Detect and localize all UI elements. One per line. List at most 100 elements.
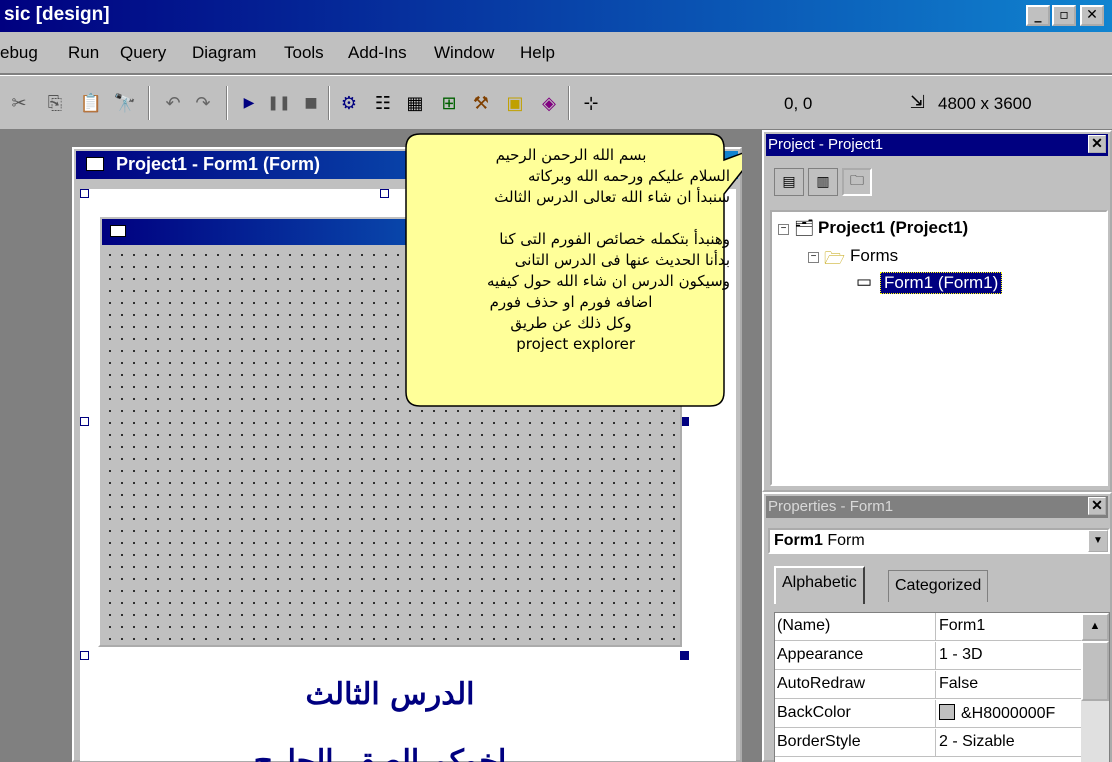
author-signature: ...........اخوكم الصقر الجارح........... [138,744,622,762]
folder-icon: 🗁 [824,249,846,268]
restore-button[interactable]: ▫ [1052,5,1076,26]
resize-handle[interactable] [380,189,389,198]
tree-node-project[interactable]: Project1 (Project1) [818,218,968,238]
project-explorer: Project - Project1 ✕ ▤ ▥ 🗀 − 🗂 Project1 … [762,130,1112,492]
project-tree[interactable]: − 🗂 Project1 (Project1) − 🗁 Forms ▭ Form… [770,210,1108,486]
balloon-line: بدأنا الحديث عنها فى الدرس التانى [514,251,730,269]
object-selector[interactable]: Form1 Form ▼ [768,528,1110,554]
find-icon[interactable]: 🔭 [112,90,138,116]
form-layout-icon[interactable]: ▦ [402,90,428,116]
balloon-line: وكل ذلك عن طريق [510,314,632,332]
project-explorer-title: Project - Project1 [768,136,884,153]
property-name: AutoRedraw [777,675,866,692]
window-title: sic [design] [4,4,110,25]
property-grid: (Name) Form1 Appearance 1 - 3D AutoRedra… [774,612,1110,762]
position-readout: 0, 0 [784,94,813,113]
property-name: Appearance [777,646,864,663]
menu-query[interactable]: Query [120,43,166,63]
project-icon: 🗂 [794,220,815,237]
object-type: Form [827,532,865,549]
paste-icon[interactable]: 📋 [78,90,104,116]
object-browser-icon[interactable]: ⊞ [436,90,462,116]
toolbox-icon[interactable]: ⚒ [468,90,494,116]
property-value[interactable]: 2 - Sizable [939,733,1015,751]
cut-icon[interactable]: ✂ [6,90,32,116]
menu-add-ins[interactable]: Add-Ins [348,43,407,63]
property-row[interactable]: BorderStyle 2 - Sizable [775,729,1081,757]
object-name: Form1 [774,532,823,549]
properties-window: Properties - Form1 ✕ Form1 Form ▼ Alphab… [762,492,1112,762]
copy-icon[interactable]: ⎘ [42,90,68,116]
menu-debug[interactable]: ebug [0,43,38,63]
menu-run[interactable]: Run [68,43,99,63]
property-name: (Name) [777,617,831,634]
collapse-icon[interactable]: − [778,224,789,235]
toolbar-separator [568,86,570,120]
toolbar-separator [148,86,150,120]
tree-node-forms[interactable]: Forms [850,246,898,266]
undo-icon[interactable]: ↶ [160,90,186,116]
balloon-text: بسم الله الرحمن الرحيم السلام عليكم ورحم… [412,145,730,355]
scroll-thumb[interactable] [1081,641,1109,701]
project-explorer-icon[interactable]: ⚙ [336,90,362,116]
title-bar: sic [design] _ ▫ ✕ [0,0,1112,32]
resize-handle[interactable] [80,417,89,426]
balloon-line: سنبدأ ان شاء الله تعالى الدرس الثالث [494,188,730,206]
lesson-title: الدرس الثالث [305,677,475,712]
balloon-line [412,208,730,229]
properties-title-bar[interactable]: Properties - Form1 ✕ [766,496,1108,518]
property-value[interactable]: False [939,675,978,693]
resize-handle[interactable] [80,189,89,198]
toolbar: ✂ ⎘ 📋 🔭 ↶ ↷ ▶ ❚❚ ■ ⚙ ☷ ▦ ⊞ ⚒ ▣ ◈ ⊹ 0, 0 … [0,75,1112,130]
component-manager-icon[interactable]: ◈ [536,90,562,116]
properties-title: Properties - Form1 [768,498,894,515]
property-value[interactable]: Form1 [939,617,985,635]
end-icon[interactable]: ■ [298,90,324,116]
property-row[interactable]: BackColor &H8000000F [775,700,1081,728]
redo-icon[interactable]: ↷ [190,90,216,116]
menu-tools[interactable]: Tools [284,43,324,63]
properties-window-icon[interactable]: ☷ [370,90,396,116]
data-view-icon[interactable]: ▣ [502,90,528,116]
form-icon [86,157,104,171]
color-swatch [939,704,955,720]
balloon-line: project explorer [516,335,635,353]
menu-diagram[interactable]: Diagram [192,43,256,63]
project-explorer-title-bar[interactable]: Project - Project1 ✕ [766,134,1108,156]
balloon-line: السلام عليكم ورحمه الله وبركاته [528,167,730,185]
minimize-button[interactable]: _ [1026,5,1050,26]
toggle-folders-icon[interactable]: 🗀 [842,168,872,196]
property-value-color[interactable]: &H8000000F [939,704,1055,723]
toolbar-separator [328,86,330,120]
menu-window[interactable]: Window [434,43,494,63]
property-value: &H8000000F [961,705,1056,722]
position-icon: ⊹ [583,92,599,114]
form-node-icon: ▭ [856,272,873,291]
tab-alphabetic[interactable]: Alphabetic [774,566,865,604]
scroll-up-icon[interactable]: ▲ [1081,613,1109,641]
view-code-icon[interactable]: ▤ [774,168,804,196]
break-icon[interactable]: ❚❚ [266,90,292,116]
property-scrollbar[interactable]: ▲ [1081,613,1109,762]
menu-help[interactable]: Help [520,43,555,63]
property-name: BackColor [777,704,851,721]
properties-close-button[interactable]: ✕ [1088,497,1106,515]
property-row[interactable]: Appearance 1 - 3D [775,642,1081,670]
form-icon [110,225,126,237]
close-button[interactable]: ✕ [1080,5,1104,26]
resize-handle[interactable] [80,651,89,660]
project-explorer-close-button[interactable]: ✕ [1088,135,1106,153]
tab-categorized[interactable]: Categorized [888,570,989,602]
property-row[interactable]: AutoRedraw False [775,671,1081,699]
start-icon[interactable]: ▶ [236,90,262,116]
property-row[interactable]: (Name) Form1 [775,613,1081,641]
property-value[interactable]: 1 - 3D [939,646,983,664]
property-name: BorderStyle [777,733,861,750]
balloon-line: اضافه فورم او حذف فورم [489,293,653,311]
menu-bar: ebug Run Query Diagram Tools Add-Ins Win… [0,32,1112,74]
tree-node-form1[interactable]: Form1 (Form1) [880,272,1003,294]
view-object-icon[interactable]: ▥ [808,168,838,196]
resize-handle[interactable] [680,651,689,660]
chevron-down-icon[interactable]: ▼ [1088,530,1108,552]
collapse-icon[interactable]: − [808,252,819,263]
